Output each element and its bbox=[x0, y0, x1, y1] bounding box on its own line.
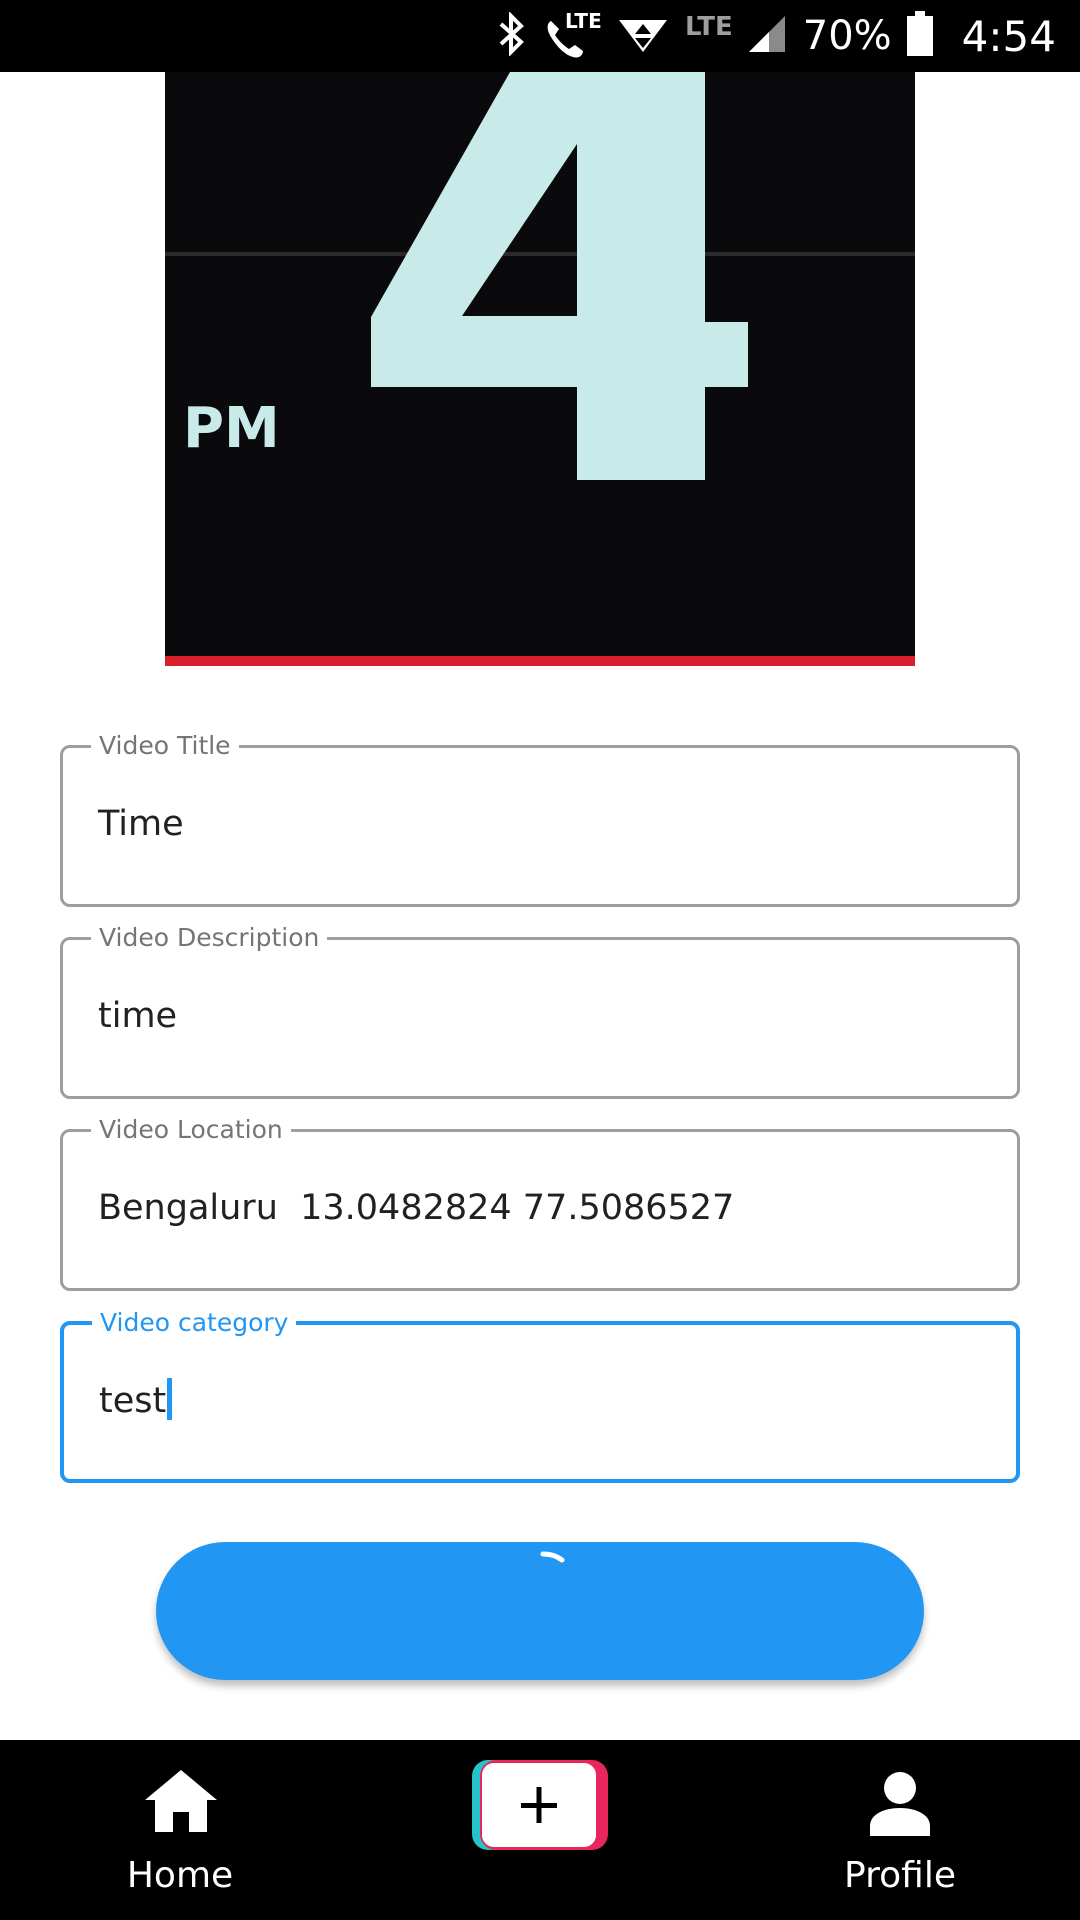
video-location-value: Bengaluru 13.0482824 77.5086527 bbox=[98, 1188, 735, 1228]
video-title-value: Time bbox=[98, 804, 184, 844]
volte-call-icon: LTE bbox=[543, 9, 603, 61]
nav-home[interactable]: Home bbox=[80, 1740, 280, 1920]
video-category-value: test bbox=[99, 1381, 167, 1421]
clock: 4:54 bbox=[961, 11, 1056, 61]
text-caret bbox=[167, 1378, 173, 1420]
signal-icon bbox=[747, 14, 787, 58]
loading-spinner-icon bbox=[540, 1551, 565, 1563]
video-description-field[interactable]: Video Description time bbox=[60, 922, 1020, 1099]
video-description-label: Video Description bbox=[91, 922, 328, 954]
video-location-label: Video Location bbox=[91, 1114, 291, 1146]
nav-profile[interactable]: Profile bbox=[800, 1740, 1000, 1920]
video-location-field[interactable]: Video Location Bengaluru 13.0482824 77.5… bbox=[60, 1114, 1020, 1291]
battery-percent: 70% bbox=[802, 13, 892, 59]
video-description-value: time bbox=[98, 996, 178, 1036]
pm-overlay: PM bbox=[183, 396, 280, 461]
video-preview[interactable]: PM bbox=[165, 72, 915, 656]
video-category-label: Video category bbox=[92, 1307, 297, 1339]
home-icon bbox=[145, 1770, 217, 1832]
nav-profile-label: Profile bbox=[844, 1855, 956, 1896]
video-category-input[interactable]: test bbox=[99, 1378, 173, 1423]
video-progress-bar bbox=[165, 656, 915, 666]
nav-home-label: Home bbox=[126, 1855, 234, 1896]
bluetooth-icon bbox=[495, 11, 529, 60]
lte-secondary-label: LTE bbox=[685, 12, 733, 42]
profile-icon bbox=[870, 1772, 930, 1836]
plus-icon bbox=[472, 1760, 608, 1850]
lte-label: LTE bbox=[565, 9, 602, 33]
video-category-field[interactable]: Video category test bbox=[60, 1307, 1020, 1483]
add-video-button[interactable] bbox=[472, 1760, 608, 1850]
battery-icon bbox=[906, 11, 934, 61]
video-title-field[interactable]: Video Title Time bbox=[60, 730, 1020, 907]
data-arrows-icon bbox=[617, 12, 669, 60]
status-bar: LTE LTE 70% 4:54 bbox=[0, 0, 1080, 72]
video-title-label: Video Title bbox=[91, 730, 239, 762]
video-frame: PM bbox=[165, 72, 915, 656]
